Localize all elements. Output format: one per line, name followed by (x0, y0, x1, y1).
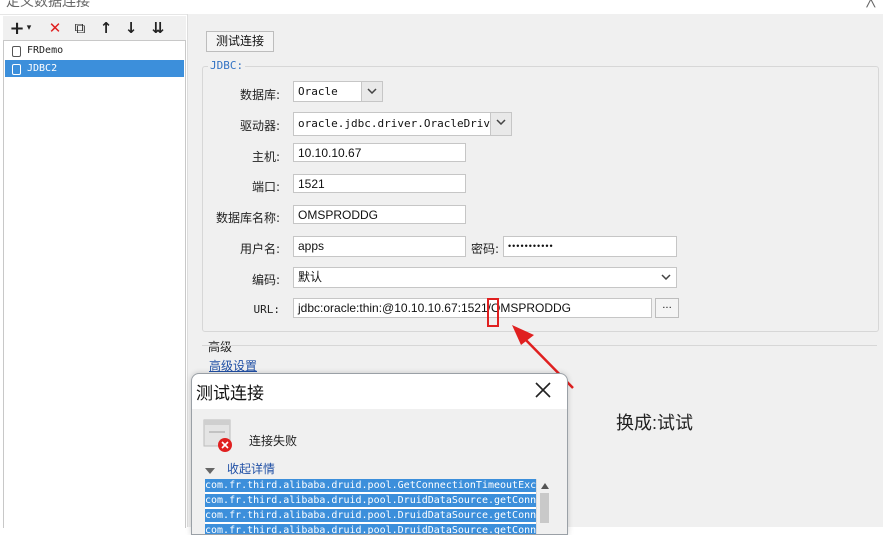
window-titlebar: 定义数据连接 ╳ (0, 0, 883, 15)
url-browse-button[interactable]: ... (655, 298, 679, 318)
copy-connection-icon[interactable]: ⧉ (70, 18, 90, 38)
chevron-down-icon[interactable] (490, 113, 511, 135)
delete-connection-icon[interactable]: ✕ (45, 18, 65, 38)
connection-item-label: JDBC2 (27, 63, 58, 74)
password-label: 密码: (470, 242, 499, 256)
connection-item-jdbc2[interactable]: JDBC2 (5, 60, 184, 77)
dialog-close-icon[interactable] (532, 379, 554, 401)
connection-status: 连接失败 (249, 434, 298, 448)
connection-item-label: FRDemo (27, 45, 64, 56)
annotation-note: 换成:试试 (616, 413, 694, 433)
move-down-icon[interactable]: ↓ (121, 18, 141, 38)
collapse-triangle-icon[interactable] (205, 464, 215, 474)
database-select[interactable]: Oracle (293, 81, 383, 102)
add-dropdown-caret-icon[interactable]: ▾ (24, 18, 34, 38)
database-label: 数据库: (239, 88, 280, 102)
advanced-section-title: 高级 (208, 340, 233, 354)
annotation-highlight-box (487, 298, 499, 327)
window-title: 定义数据连接 (6, 0, 90, 10)
add-connection-icon[interactable]: + (9, 18, 25, 39)
connection-list: FRDemo JDBC2 (3, 40, 186, 528)
password-field[interactable]: ••••••••••• (503, 236, 677, 257)
encoding-select-value: 默认 (298, 270, 323, 284)
scrollbar-thumb[interactable] (540, 493, 549, 523)
error-detail-line: com.fr.third.alibaba.druid.pool.DruidDat… (205, 494, 536, 507)
encoding-label: 编码: (251, 273, 280, 287)
scroll-up-icon[interactable] (541, 483, 549, 489)
username-field[interactable]: apps (293, 236, 466, 257)
database-select-value: Oracle (298, 85, 338, 98)
jdbc-group-title: JDBC: (208, 59, 246, 72)
driver-label: 驱动器: (239, 119, 280, 133)
test-connection-dialog: 测试连接 连接失败 收起详情 com.fr.third.alibaba.drui… (191, 373, 568, 535)
username-label: 用户名: (239, 242, 280, 256)
host-label: 主机: (251, 150, 280, 164)
port-field[interactable]: 1521 (293, 174, 466, 193)
database-icon (12, 64, 21, 75)
chevron-down-icon[interactable] (361, 82, 382, 101)
url-label: URL: (253, 303, 281, 316)
database-name-field[interactable]: OMSPRODDG (293, 205, 466, 224)
url-field[interactable]: jdbc:oracle:thin:@10.10.10.67:1521/OMSPR… (293, 298, 652, 318)
error-detail-line: com.fr.third.alibaba.druid.pool.DruidDat… (205, 509, 536, 522)
jdbc-settings-group (202, 66, 879, 332)
encoding-select[interactable]: 默认 (293, 267, 677, 288)
move-up-icon[interactable]: ↑ (96, 18, 116, 38)
port-label: 端口: (251, 180, 280, 194)
dialog-title: 测试连接 (196, 384, 264, 403)
host-field[interactable]: 10.10.10.67 (293, 143, 466, 162)
driver-select-value: oracle.jdbc.driver.OracleDriver (298, 117, 504, 130)
database-icon (12, 46, 21, 57)
error-detail-line: com.fr.third.alibaba.druid.pool.DruidDat… (205, 524, 536, 535)
advanced-settings-link[interactable]: 高级设置 (209, 357, 257, 374)
connection-error-icon (203, 419, 233, 453)
connection-toolbar: + ▾ ✕ ⧉ ↑ ↓ ⇊ (3, 16, 186, 40)
connection-item-frdemo[interactable]: FRDemo (5, 42, 184, 59)
collapse-details-link[interactable]: 收起详情 (227, 460, 275, 477)
window-close-icon[interactable]: ╳ (867, 0, 875, 8)
test-connection-button[interactable]: 测试连接 (206, 31, 274, 52)
database-name-label: 数据库名称: (215, 211, 280, 225)
sort-icon[interactable]: ⇊ (148, 18, 168, 38)
driver-select[interactable]: oracle.jdbc.driver.OracleDriver (293, 112, 512, 136)
error-detail-line: com.fr.third.alibaba.druid.pool.GetConne… (205, 479, 536, 492)
chevron-down-icon[interactable] (656, 268, 676, 287)
